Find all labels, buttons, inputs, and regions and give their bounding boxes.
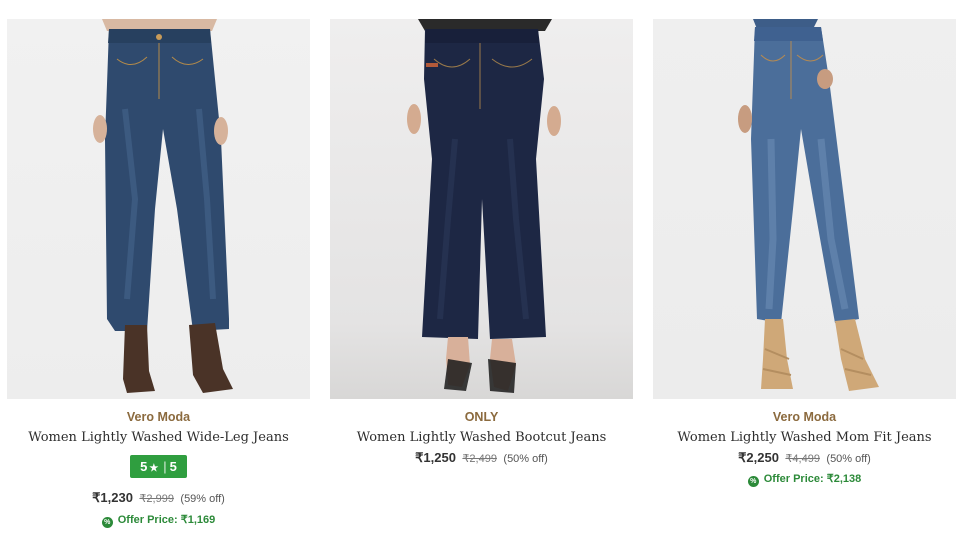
offer-price: % Offer Price: ₹2,138 [653,472,956,487]
product-card[interactable]: Vero Moda Women Lightly Washed Mom Fit J… [653,19,956,544]
rating-value: 5 [140,459,148,474]
product-brand[interactable]: ONLY [330,410,633,424]
rating-separator: | [163,459,167,474]
star-icon: ★ [149,463,159,474]
offer-tag-icon: % [101,517,113,528]
mrp-price: ₹2,999 [139,493,174,505]
offer-tag-icon: % [747,476,759,487]
product-image[interactable] [653,19,956,399]
rating-count: 5 [169,459,177,474]
product-title[interactable]: Women Lightly Washed Bootcut Jeans [330,430,633,445]
sale-price: ₹1,250 [415,450,456,465]
offer-price-text: Offer Price: ₹1,169 [117,514,216,526]
mrp-price: ₹2,499 [462,453,497,465]
discount-percent: (59% off) [180,493,225,505]
product-brand[interactable]: Vero Moda [7,410,310,424]
discount-percent: (50% off) [826,453,871,465]
price-line: ₹2,250 ₹4,499 (50% off) [653,449,956,467]
price-line: ₹1,230 ₹2,999 (59% off) [7,489,310,507]
mrp-price: ₹4,499 [785,453,820,465]
sale-price: ₹2,250 [738,450,779,465]
product-title[interactable]: Women Lightly Washed Mom Fit Jeans [653,430,956,445]
discount-percent: (50% off) [503,453,548,465]
product-image[interactable] [7,19,310,399]
product-image[interactable] [330,19,633,399]
product-brand[interactable]: Vero Moda [653,410,956,424]
product-card[interactable]: Vero Moda Women Lightly Washed Wide-Leg … [7,19,310,544]
product-title[interactable]: Women Lightly Washed Wide-Leg Jeans [7,430,310,445]
sale-price: ₹1,230 [92,490,133,505]
offer-price: % Offer Price: ₹1,169 [7,513,310,528]
offer-price-text: Offer Price: ₹2,138 [763,473,862,485]
rating-badge: 5 ★ | 5 [130,455,187,478]
product-card[interactable]: ONLY Women Lightly Washed Bootcut Jeans … [330,19,633,544]
price-line: ₹1,250 ₹2,499 (50% off) [330,449,633,467]
